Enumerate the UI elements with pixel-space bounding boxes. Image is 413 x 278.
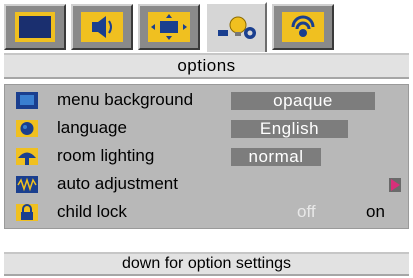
options-menu: menu background opaque language English … bbox=[4, 84, 409, 229]
menu-item-label: auto adjustment bbox=[57, 174, 178, 193]
menu-item-label: child lock bbox=[57, 202, 127, 221]
menu-title: options bbox=[177, 56, 236, 75]
waveform-icon bbox=[16, 176, 38, 193]
lock-icon bbox=[16, 204, 38, 221]
room-lighting-value[interactable]: normal bbox=[231, 147, 321, 166]
tab-options[interactable] bbox=[205, 2, 267, 52]
channels-icon bbox=[282, 12, 324, 42]
menu-item-child-lock[interactable]: child lock off on bbox=[5, 199, 408, 226]
globe-icon bbox=[16, 120, 38, 137]
picture-icon bbox=[15, 12, 55, 42]
tab-picture[interactable] bbox=[4, 4, 66, 50]
tab-channels[interactable] bbox=[272, 4, 334, 50]
tab-screen[interactable] bbox=[138, 4, 200, 50]
menu-item-label: language bbox=[57, 118, 127, 137]
menu-title-bar: options bbox=[4, 53, 409, 79]
child-lock-on-option[interactable]: on bbox=[366, 202, 385, 222]
menu-item-label: menu background bbox=[57, 90, 194, 109]
hint-bar: down for option settings bbox=[4, 252, 409, 276]
display-icon bbox=[16, 92, 38, 109]
menu-background-value[interactable]: opaque bbox=[231, 91, 375, 110]
arrow-right-icon[interactable] bbox=[389, 178, 401, 192]
options-icon bbox=[218, 16, 256, 39]
sound-icon bbox=[81, 12, 123, 42]
hint-text: down for option settings bbox=[122, 255, 291, 272]
menu-item-menu-background[interactable]: menu background opaque bbox=[5, 87, 408, 114]
menu-item-auto-adjustment[interactable]: auto adjustment bbox=[5, 171, 408, 198]
menu-item-language[interactable]: language English bbox=[5, 115, 408, 142]
menu-item-label: room lighting bbox=[57, 146, 155, 165]
tab-sound[interactable] bbox=[71, 4, 133, 50]
menu-tabs bbox=[4, 2, 339, 54]
lamp-icon bbox=[16, 148, 38, 165]
child-lock-off-option[interactable]: off bbox=[297, 202, 316, 222]
language-value[interactable]: English bbox=[231, 119, 348, 138]
screen-icon bbox=[148, 12, 190, 42]
menu-item-room-lighting[interactable]: room lighting normal bbox=[5, 143, 408, 170]
